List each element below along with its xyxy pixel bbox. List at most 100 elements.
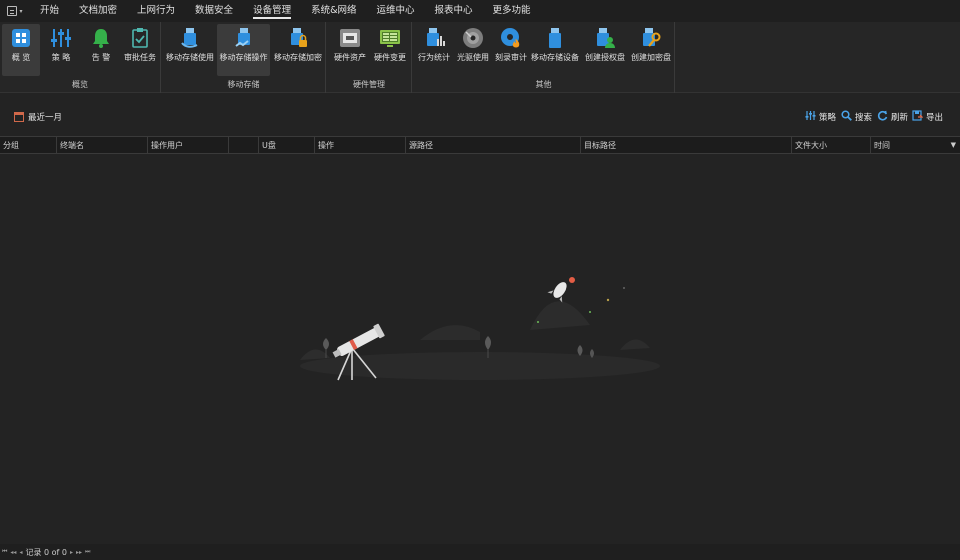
policy-action-button[interactable]: 策略	[805, 110, 836, 124]
usb-device-icon	[544, 27, 566, 49]
cd-drive-button[interactable]: 光驱使用	[454, 24, 492, 76]
menu-tab-web-behavior[interactable]: 上网行为	[127, 0, 185, 22]
alarm-button-label: 告 警	[91, 53, 111, 62]
column-header-terminal-name[interactable]: 终端名	[57, 137, 148, 154]
behavior-stats-icon	[423, 27, 445, 49]
usb-operation-button[interactable]: 移动存储操作	[217, 24, 270, 76]
app-window: ▾ 开始 文档加密 上网行为 数据安全 设备管理 系统&网络 运维中心 报表中心…	[0, 0, 960, 560]
hardware-asset-button-label: 硬件资产	[334, 53, 366, 62]
create-encrypted-disk-button-label: 创建加密盘	[631, 53, 671, 62]
behavior-stats-button[interactable]: 行为统计	[415, 24, 453, 76]
empty-state-telescope-illustration	[290, 270, 670, 390]
usb-usage-button[interactable]: 移动存储使用	[164, 24, 216, 76]
cd-drive-icon	[462, 27, 484, 49]
policy-action-label: 策略	[819, 113, 837, 123]
burn-audit-button-label: 刻录审计	[495, 53, 527, 62]
column-header-time[interactable]: 时间	[871, 137, 960, 154]
policy-sliders-icon	[805, 110, 816, 124]
approval-task-icon	[129, 27, 151, 49]
create-auth-disk-button-label: 创建授权盘	[585, 53, 625, 62]
search-button-label: 搜索	[855, 113, 873, 123]
behavior-stats-button-label: 行为统计	[418, 53, 450, 62]
first-page-icon[interactable]: ⏮	[2, 548, 7, 556]
menu-bar: ▾ 开始 文档加密 上网行为 数据安全 设备管理 系统&网络 运维中心 报表中心…	[0, 0, 960, 22]
ribbon: 概 览 策 略 告 警 审批任务 概览 移动存储使用 移动存储操作 移动存储加密…	[0, 22, 960, 93]
export-button-label: 导出	[926, 113, 944, 123]
toolbar: 最近一月 策略 搜索 刷新 导出	[0, 94, 960, 136]
cd-drive-button-label: 光驱使用	[457, 53, 489, 62]
last-page-icon[interactable]: ⏭	[85, 548, 90, 556]
hardware-change-button-label: 硬件变更	[374, 53, 406, 62]
menu-tab-ops-center[interactable]: 运维中心	[367, 0, 425, 22]
next-page-icon[interactable]: ▸	[70, 549, 73, 556]
create-auth-disk-icon	[594, 27, 616, 49]
hardware-change-button[interactable]: 硬件变更	[370, 24, 410, 76]
usb-usage-button-label: 移动存储使用	[166, 53, 214, 62]
calendar-icon	[14, 112, 24, 122]
date-range-label: 最近一月	[28, 113, 63, 123]
create-auth-disk-button[interactable]: 创建授权盘	[582, 24, 628, 76]
create-encrypted-disk-icon	[640, 27, 662, 49]
menu-tab-doc-encrypt[interactable]: 文档加密	[69, 0, 127, 22]
refresh-button[interactable]: 刷新	[877, 110, 908, 124]
usb-operation-icon	[233, 27, 255, 49]
caret-down-icon: ▾	[19, 7, 23, 15]
export-button[interactable]: 导出	[912, 110, 943, 124]
overview-button[interactable]: 概 览	[2, 24, 40, 76]
refresh-button-label: 刷新	[891, 113, 909, 123]
record-count-text: 记录 0 of 0	[25, 547, 67, 557]
alarm-bell-icon	[90, 27, 112, 49]
date-range-button[interactable]: 最近一月	[14, 111, 62, 123]
sort-caret-down-icon[interactable]: ▼	[951, 137, 956, 154]
alarm-button[interactable]: 告 警	[82, 24, 120, 76]
column-header-group[interactable]: 分组	[0, 137, 57, 154]
burn-audit-button[interactable]: 刻录审计	[492, 24, 530, 76]
policy-button[interactable]: 策 略	[42, 24, 80, 76]
usb-device-button-label: 移动存储设备	[531, 53, 579, 62]
menu-tab-more-features[interactable]: 更多功能	[483, 0, 541, 22]
policy-sliders-icon	[50, 27, 72, 49]
ribbon-group-mobile-storage: 移动存储使用 移动存储操作 移动存储加密 移动存储	[162, 22, 326, 93]
column-header-blank[interactable]	[229, 137, 259, 154]
ribbon-group-label: 硬件管理	[353, 80, 385, 89]
column-header-operation[interactable]: 操作	[315, 137, 406, 154]
table-header: 分组 终端名 操作用户 U盘 操作 源路径 目标路径 文件大小 时间 ▼	[0, 136, 960, 154]
column-header-source-path[interactable]: 源路径	[406, 137, 581, 154]
next-block-icon[interactable]: ▸▸	[76, 549, 82, 556]
approval-task-button[interactable]: 审批任务	[120, 24, 160, 76]
menu-tab-start[interactable]: 开始	[30, 0, 69, 22]
status-bar: ⏮ ◂◂ ◂ 记录 0 of 0 ▸ ▸▸ ⏭	[0, 544, 960, 560]
ribbon-group-label: 概览	[72, 80, 88, 89]
refresh-icon	[877, 110, 888, 124]
prev-block-icon[interactable]: ◂◂	[10, 549, 16, 556]
ribbon-group-label: 移动存储	[227, 80, 260, 89]
usb-encrypt-button[interactable]: 移动存储加密	[272, 24, 324, 76]
prev-page-icon[interactable]: ◂	[19, 549, 22, 556]
column-header-usb-disk[interactable]: U盘	[259, 137, 315, 154]
menu-tab-device-management[interactable]: 设备管理	[243, 0, 301, 22]
column-header-file-size[interactable]: 文件大小	[792, 137, 871, 154]
policy-button-label: 策 略	[51, 53, 71, 62]
usb-usage-icon	[179, 27, 201, 49]
hardware-asset-button[interactable]: 硬件资产	[330, 24, 370, 76]
usb-encrypt-icon	[287, 27, 309, 49]
hardware-change-icon	[379, 27, 401, 49]
menu-tab-system-network[interactable]: 系统&网络	[301, 0, 366, 22]
usb-encrypt-button-label: 移动存储加密	[274, 53, 322, 62]
overview-button-label: 概 览	[11, 53, 31, 62]
export-icon	[912, 110, 924, 124]
hardware-asset-icon	[339, 27, 361, 49]
menu-tab-report-center[interactable]: 报表中心	[425, 0, 483, 22]
document-icon	[7, 6, 18, 16]
create-encrypted-disk-button[interactable]: 创建加密盘	[628, 24, 674, 76]
app-menu-button[interactable]: ▾	[0, 0, 30, 22]
search-icon	[841, 110, 852, 124]
approval-task-button-label: 审批任务	[124, 53, 156, 62]
ribbon-group-hardware: 硬件资产 硬件变更 硬件管理	[327, 22, 412, 93]
column-header-operating-user[interactable]: 操作用户	[148, 137, 229, 154]
column-header-target-path[interactable]: 目标路径	[581, 137, 792, 154]
burn-audit-icon	[500, 27, 522, 49]
menu-tab-data-security[interactable]: 数据安全	[185, 0, 243, 22]
usb-device-button[interactable]: 移动存储设备	[530, 24, 580, 76]
search-button[interactable]: 搜索	[841, 110, 872, 124]
